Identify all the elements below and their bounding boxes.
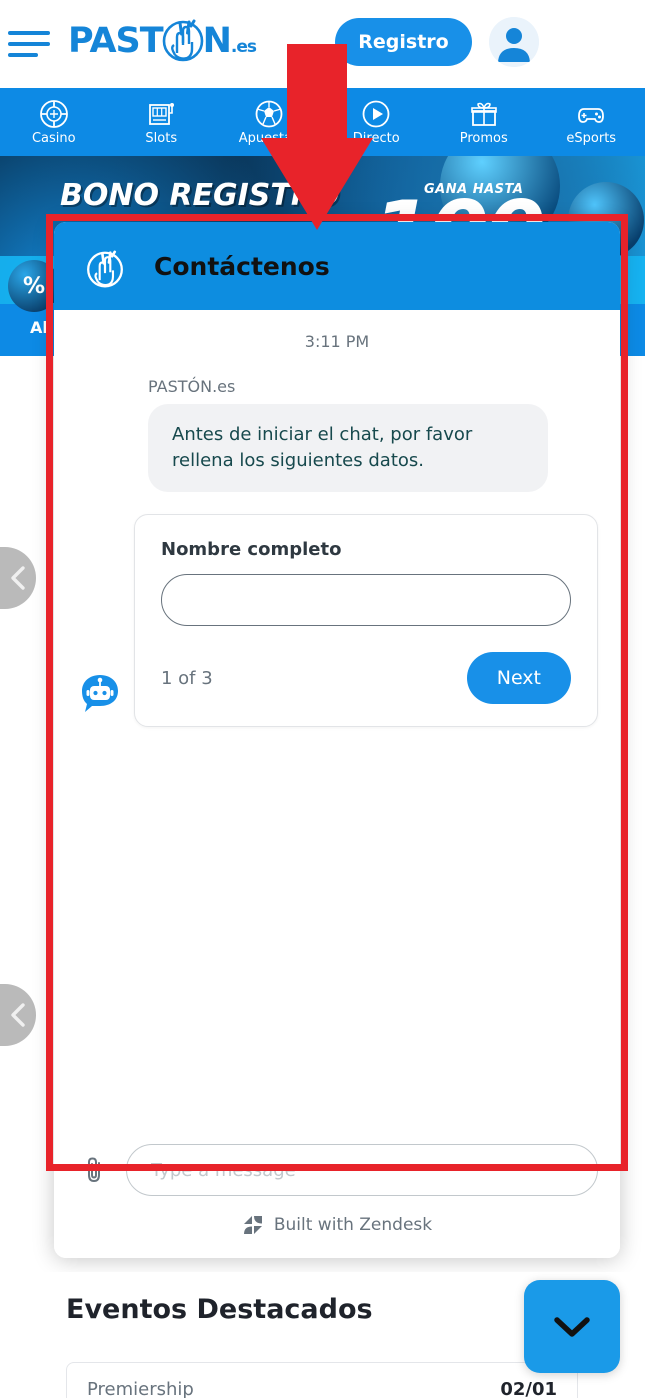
event-date: 02/01 [500,1379,557,1398]
site-header: PAST N.es Registro [0,0,645,88]
carousel-prev-bottom-button[interactable] [0,984,36,1046]
hand-victory-icon [162,19,204,61]
message-input[interactable] [126,1144,598,1196]
bot-avatar-icon [82,675,118,713]
paston-hand-logo-icon [87,250,123,288]
slot-machine-icon [149,102,175,125]
soccer-ball-icon [255,100,283,127]
form-field-label: Nombre completo [161,539,342,561]
nav-item-directo[interactable]: Directo [323,99,431,146]
chat-title: Contáctenos [154,251,330,281]
register-button[interactable]: Registro [335,18,472,66]
site-logo[interactable]: PAST N.es [68,10,257,72]
zendesk-text: Built with Zendesk [273,1215,433,1235]
logo-text: PAST N.es [68,19,257,61]
form-footer: 1 of 3 Next [161,652,571,705]
nav-item-slots[interactable]: Slots [108,99,216,146]
logo-domain: .es [230,36,257,57]
hamburger-line [8,42,50,46]
event-name: Premiership [87,1379,194,1398]
hamburger-line [8,53,38,57]
chat-form-row: Nombre completo 1 of 3 Next [76,514,598,728]
zendesk-attribution: Built with Zendesk [76,1214,598,1236]
zendesk-logo-icon [243,1216,262,1234]
hero-percent-badge: % [8,260,60,312]
nav-label: Apuestas [238,130,299,146]
page-root: PAST N.es Registro Casino Slots Apuestas… [0,0,645,1398]
nav-item-apuestas[interactable]: Apuestas [215,99,323,146]
nav-label: eSports [566,130,617,146]
logo-suffix-n: N [202,20,232,61]
prechat-form-card: Nombre completo 1 of 3 Next [134,514,598,728]
chat-composer [76,1130,598,1196]
paperclip-glyph [88,1157,100,1183]
gift-icon [470,102,497,126]
play-live-icon [362,100,390,127]
hero-bonus-title: BONO REGISTRO [60,178,340,213]
carousel-prev-top-button[interactable] [0,547,36,609]
nav-item-casino[interactable]: Casino [0,99,108,146]
message-author: PASTÓN.es [148,377,236,396]
chat-footer: Built with Zendesk [54,1130,620,1258]
nav-label: Slots [145,130,178,146]
nav-label: Promos [459,130,508,146]
chat-minimize-button[interactable] [524,1280,620,1373]
chat-timestamp: 3:11 PM [304,332,370,351]
hamburger-menu-icon[interactable] [8,28,50,60]
user-avatar-icon[interactable] [489,17,539,67]
primary-nav: Casino Slots Apuestas Directo Promos eSp… [0,88,645,156]
nav-label: Directo [352,130,400,146]
next-button[interactable]: Next [466,652,571,705]
avatar-glyph [489,17,539,67]
gamepad-icon [578,107,605,123]
event-row[interactable]: Premiership 02/01 [66,1362,578,1398]
paperclip-icon[interactable] [76,1150,112,1190]
message-bubble: Antes de iniciar el chat, por favor rell… [148,404,548,493]
chat-header: Contáctenos [54,222,620,310]
casino-chip-icon [39,99,68,128]
nav-item-promos[interactable]: Promos [430,99,538,146]
chat-widget: Contáctenos 3:11 PM PASTÓN.es Antes de i… [54,222,620,1258]
logo-prefix: PAST [68,20,164,61]
chevron-left-icon [11,566,25,590]
chevron-left-icon [11,1003,25,1027]
nav-item-esports[interactable]: eSports [538,99,645,146]
page-title: Eventos Destacados [66,1294,373,1325]
hamburger-line [8,31,50,35]
hero-subtext: Al [30,318,48,337]
nav-label: Casino [31,130,76,146]
form-step-indicator: 1 of 3 [161,667,213,689]
chevron-down-icon [554,1316,590,1337]
full-name-input[interactable] [161,574,571,627]
chat-message-list: 3:11 PM PASTÓN.es Antes de iniciar el ch… [54,310,620,1130]
